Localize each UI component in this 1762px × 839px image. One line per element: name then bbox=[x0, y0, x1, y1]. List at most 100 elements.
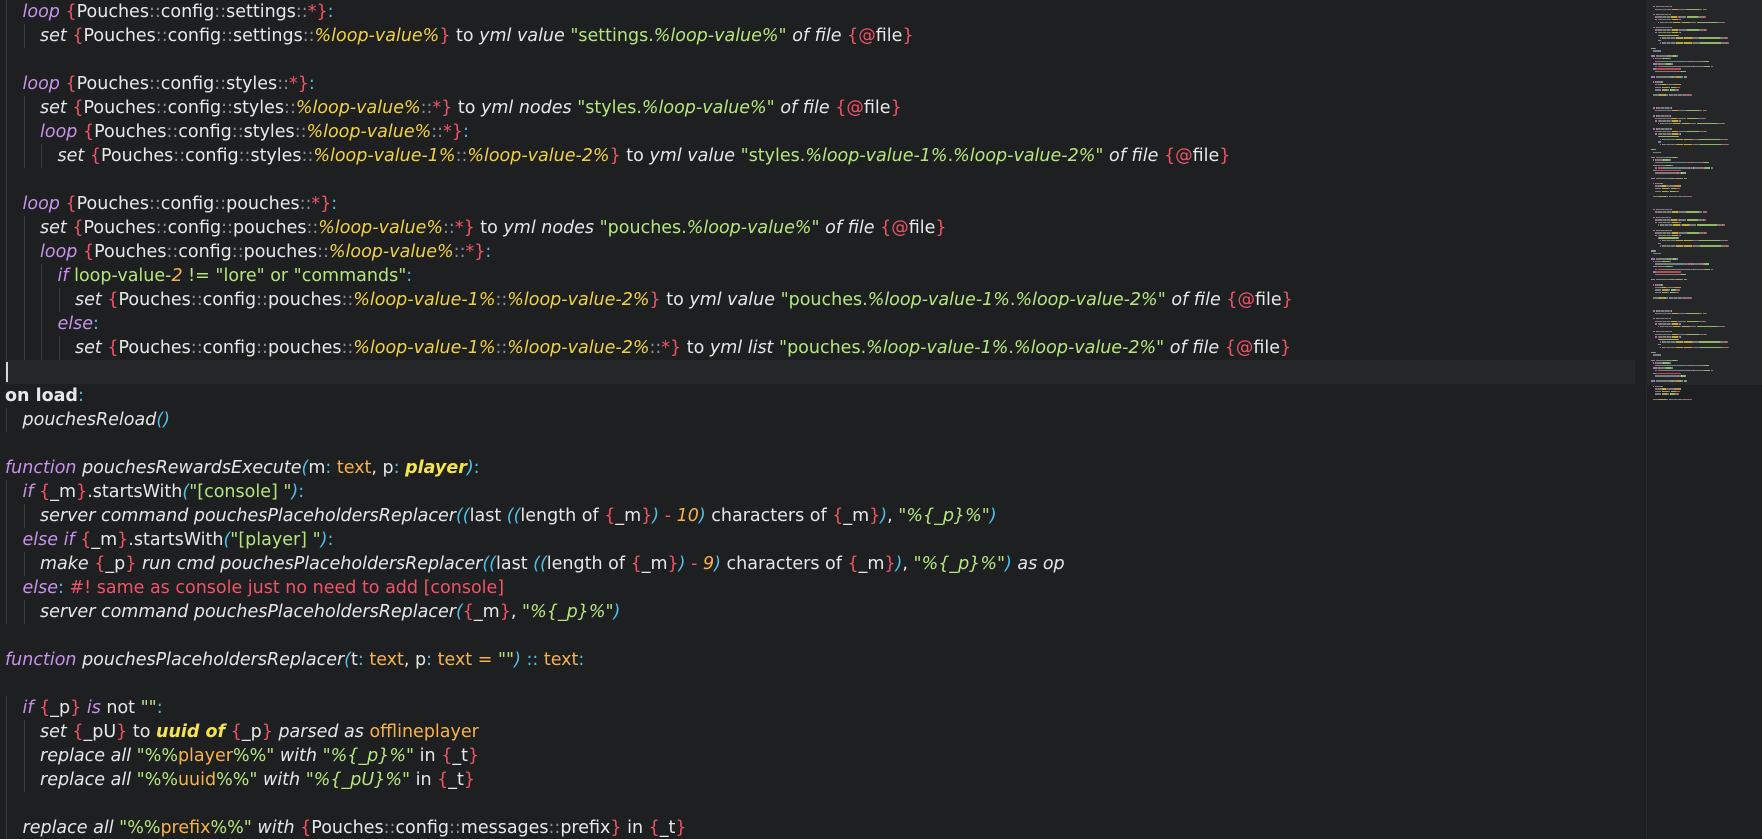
minimap-stroke bbox=[1655, 162, 1678, 164]
code-token: } bbox=[884, 554, 896, 574]
minimap-stroke bbox=[1656, 68, 1682, 70]
minimap[interactable] bbox=[1646, 0, 1762, 839]
code-line[interactable] bbox=[5, 792, 1635, 816]
code-line[interactable]: server command pouchesPlaceholdersReplac… bbox=[5, 504, 1635, 528]
minimap-stroke bbox=[1721, 143, 1725, 146]
minimap-stroke bbox=[1691, 123, 1697, 125]
code-line[interactable]: on load: bbox=[5, 384, 1635, 408]
minimap-stroke bbox=[1653, 266, 1657, 268]
code-line[interactable]: if loop-value-2 != "lore" or "commands": bbox=[5, 264, 1635, 288]
minimap-stroke bbox=[1655, 263, 1678, 265]
code-line[interactable]: else if {_m}.startsWith("[player] "): bbox=[5, 528, 1635, 552]
code-line[interactable] bbox=[5, 432, 1635, 456]
code-token: text bbox=[336, 458, 372, 478]
minimap-stroke bbox=[1680, 336, 1681, 338]
line-content: function pouchesRewardsExecute(m: text, … bbox=[5, 458, 480, 478]
code-token: { bbox=[72, 218, 84, 238]
minimap-stroke bbox=[1720, 341, 1724, 343]
code-line[interactable]: else: #! same as console just no need to… bbox=[5, 576, 1635, 600]
code-line[interactable]: function pouchesPlaceholdersReplacer(t: … bbox=[5, 648, 1635, 672]
code-line[interactable]: set {_pU} to uuid of {_p} parsed as offl… bbox=[5, 720, 1635, 744]
code-line[interactable]: loop {Pouches::config::settings::*}: bbox=[5, 0, 1635, 24]
minimap-stroke bbox=[1708, 162, 1709, 164]
indent-guide bbox=[23, 24, 25, 48]
code-token: config bbox=[160, 2, 215, 22]
code-line[interactable]: make {_p} run cmd pouchesPlaceholdersRep… bbox=[5, 552, 1635, 576]
minimap-stroke bbox=[1655, 190, 1662, 192]
code-token: } bbox=[117, 530, 129, 550]
code-token: " bbox=[305, 770, 314, 790]
code-token: else if bbox=[22, 530, 75, 550]
code-token: @ bbox=[1175, 146, 1193, 166]
code-line[interactable]: replace all "%%uuid%%" with "%{_pU}%" in… bbox=[5, 768, 1635, 792]
code-line[interactable]: pouchesReload() bbox=[5, 408, 1635, 432]
code-token: ) bbox=[466, 458, 474, 478]
code-token: 10 bbox=[676, 506, 699, 526]
minimap-stroke bbox=[1669, 362, 1671, 364]
code-token: * bbox=[465, 242, 475, 262]
code-token: "[player] " bbox=[230, 530, 321, 550]
minimap-stroke bbox=[1669, 58, 1671, 60]
code-line[interactable]: loop {Pouches::config::styles::%loop-val… bbox=[5, 120, 1635, 144]
minimap-stroke bbox=[1679, 221, 1681, 224]
code-token: %loop-value% bbox=[318, 218, 444, 238]
code-line[interactable] bbox=[5, 672, 1635, 696]
code-line[interactable] bbox=[5, 360, 1635, 384]
line-content: set {Pouches::config::styles::%loop-valu… bbox=[5, 146, 1231, 166]
code-line[interactable]: set {Pouches::config::styles::%loop-valu… bbox=[5, 144, 1635, 168]
minimap-stroke bbox=[1708, 325, 1716, 328]
minimap-stroke bbox=[1720, 240, 1724, 242]
code-line[interactable] bbox=[5, 168, 1635, 192]
code-token: :: bbox=[148, 74, 161, 94]
code-token: yml value bbox=[649, 146, 736, 166]
code-line[interactable]: replace all "%%player%%" with "%{_p}%" i… bbox=[5, 744, 1635, 768]
minimap-stroke bbox=[1680, 234, 1681, 237]
code-token: prefix bbox=[160, 818, 211, 838]
code-line[interactable]: loop {Pouches::config::styles::*}: bbox=[5, 72, 1635, 96]
code-token: { bbox=[300, 818, 312, 838]
code-token: { bbox=[835, 98, 847, 118]
indent-guide bbox=[23, 264, 25, 288]
code-line[interactable]: loop {Pouches::config::pouches::*}: bbox=[5, 192, 1635, 216]
code-line[interactable]: else: bbox=[5, 312, 1635, 336]
minimap-stroke bbox=[1681, 29, 1687, 31]
code-line[interactable]: function pouchesRewardsExecute(m: text, … bbox=[5, 456, 1635, 480]
code-line[interactable] bbox=[5, 624, 1635, 648]
code-token: to bbox=[681, 338, 710, 358]
minimap-stroke bbox=[1692, 364, 1701, 367]
code-token: } bbox=[649, 290, 661, 310]
code-line[interactable] bbox=[5, 48, 1635, 72]
code-line[interactable]: if {_m}.startsWith("[console] "): bbox=[5, 480, 1635, 504]
code-line[interactable]: set {Pouches::config::pouches::%loop-val… bbox=[5, 288, 1635, 312]
code-editor[interactable]: loop {Pouches::config::settings::*}: set … bbox=[0, 0, 1640, 839]
code-line[interactable]: server command pouchesPlaceholdersReplac… bbox=[5, 600, 1635, 624]
code-line[interactable]: set {Pouches::config::settings::%loop-va… bbox=[5, 24, 1635, 48]
code-line[interactable]: if {_p} is not "": bbox=[5, 696, 1635, 720]
code-line[interactable]: set {Pouches::config::pouches::%loop-val… bbox=[5, 216, 1635, 240]
code-token: { bbox=[65, 74, 77, 94]
code-token: with bbox=[279, 746, 317, 766]
code-line[interactable]: replace all "%%prefix%%" with {Pouches::… bbox=[5, 816, 1635, 839]
minimap-stroke bbox=[1655, 393, 1662, 395]
code-line[interactable]: set {Pouches::config::styles::%loop-valu… bbox=[5, 96, 1635, 120]
minimap-stroke bbox=[1653, 195, 1659, 198]
code-line[interactable]: loop {Pouches::config::pouches::%loop-va… bbox=[5, 240, 1635, 264]
code-token: : bbox=[473, 458, 480, 478]
code-line[interactable]: set {Pouches::config::pouches::%loop-val… bbox=[5, 336, 1635, 360]
minimap-stroke bbox=[1680, 312, 1686, 315]
code-token: :: bbox=[301, 146, 314, 166]
indent-guide bbox=[6, 528, 7, 552]
code-token: { bbox=[441, 746, 453, 766]
minimap-stroke bbox=[1665, 136, 1678, 138]
minimap-stroke bbox=[1677, 156, 1678, 159]
minimap-stroke bbox=[1674, 388, 1681, 390]
minimap-stroke bbox=[1675, 143, 1684, 146]
code-token: "" bbox=[497, 650, 515, 670]
code-area[interactable]: loop {Pouches::config::settings::*}: set … bbox=[5, 0, 1635, 839]
minimap-stroke bbox=[1653, 253, 1660, 255]
code-token: : bbox=[308, 74, 315, 94]
code-token: file bbox=[1192, 146, 1220, 166]
line-content: set {Pouches::config::pouches::%loop-val… bbox=[5, 218, 947, 238]
code-token: : bbox=[578, 650, 585, 670]
code-token: to bbox=[450, 26, 480, 46]
